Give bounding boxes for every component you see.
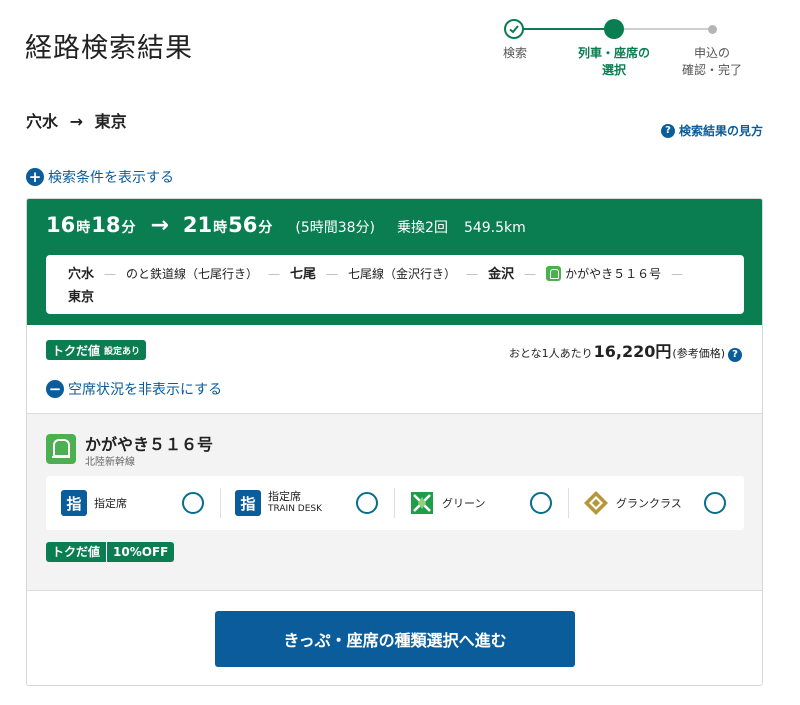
seat-radio-green[interactable] [530,492,552,514]
seat-label-main: グランクラス [616,496,682,510]
path-separator: — [104,267,117,281]
price-help-icon[interactable]: ? [728,348,742,362]
seat-label: 指定席 [94,497,127,510]
step-label-confirm: 申込の 確認・完了 [681,46,742,77]
arr-min: 56 [228,213,258,237]
tokudane-badge-sub: 設定あり [104,346,141,357]
train-line: 北陸新幹線 [85,457,135,468]
show-conditions-toggle[interactable]: + 検索条件を表示する [26,167,174,187]
result-card: 16 時 18 分 → 21 時 56 分 (5時間38分) 乗換2回 549.… [26,198,763,686]
page-title: 経路検索結果 [25,33,193,64]
arr-hour-unit: 時 [213,220,228,236]
price: おとな1人あたり 16,220円 (参考価格) ? [509,338,742,362]
tokudane-badge: トクだ値 設定あり [46,340,147,360]
seat-option-gran-class[interactable]: グランクラス [568,476,742,530]
transfers: 乗換2回 [397,220,448,236]
discount-badge: トクだ値 10%OFF [46,542,175,562]
hide-seat-status-toggle[interactable]: − 空席状況を非表示にする [46,379,222,399]
distance: 549.5km [463,220,526,236]
route-from: 穴水 [26,112,59,131]
time-arrow: → [150,213,169,238]
price-prefix: おとな1人あたり [508,347,593,360]
seat-option-train-desk[interactable]: 指 指定席 TRAIN DESK [220,476,394,530]
discount-badge-main: トクだ値 [46,542,108,562]
line-noto: のと鉄道線（七尾行き） [126,267,259,281]
station-nanao: 七尾 [290,267,317,282]
progress-stepper: 検索 列車・座席の 選択 申込の 確認・完了 [478,18,768,88]
route-heading: 穴水 → 東京 [26,108,133,132]
step-line-done [516,28,614,30]
seat-label-main: グリーン [442,496,486,510]
seat-radio-train-desk[interactable] [356,492,378,514]
seat-type-options: 指 指定席 指 指定席 TRAIN DESK グリーン グランクラス [46,476,744,530]
show-conditions-label: 検索条件を表示する [48,170,174,186]
fare-row: トクだ値 設定あり おとな1人あたり 16,220円 (参考価格) ? − 空席… [27,325,762,413]
plus-icon: + [26,168,44,186]
dep-hour-unit: 時 [76,220,91,236]
seat-radio-reserved[interactable] [182,492,204,514]
seat-radio-gran-class[interactable] [704,492,726,514]
pending-step-dot [708,25,717,34]
hide-seat-status-label: 空席状況を非表示にする [68,382,223,398]
seat-label-main: 指定席 [268,490,301,503]
step-label-select: 列車・座席の 選択 [577,46,650,77]
line-nanao: 七尾線（金沢行き） [348,267,457,281]
path-separator: — [671,267,684,281]
seat-label-main: 指定席 [94,496,127,510]
seat-label: グリーン [442,497,485,510]
station-tokyo: 東京 [68,290,95,305]
green-car-icon [409,490,435,516]
step-label-search: 検索 [502,46,527,60]
shinkansen-icon [546,266,562,281]
path-separator: — [524,267,537,281]
current-step-dot [604,19,624,39]
discount-badge-sub: 10%OFF [113,545,169,559]
train-name: かがやき５１６号 [85,435,214,454]
arr-hour: 21 [182,213,213,237]
seat-label: グランクラス [616,497,682,510]
price-value: 16,220円 [593,342,672,361]
minus-icon: − [46,380,64,398]
tokudane-badge-main: トクだ値 [52,343,101,358]
station-anamizu: 穴水 [68,267,95,282]
dep-min: 18 [91,213,121,237]
help-link-label: 検索結果の見方 [678,124,763,138]
duration: (5時間38分) [295,220,376,236]
seat-label-sub: TRAIN DESK [268,504,323,514]
step-line-todo [614,28,712,30]
price-note: (参考価格) [672,347,725,360]
route-to: 東京 [94,112,127,131]
dep-min-unit: 分 [121,220,136,236]
check-icon [504,19,524,39]
path-separator: — [466,267,479,281]
result-header: 16 時 18 分 → 21 時 56 分 (5時間38分) 乗換2回 549.… [27,199,762,325]
time-summary: 16 時 18 分 → 21 時 56 分 (5時間38分) 乗換2回 549.… [46,213,526,238]
help-link[interactable]: ? 検索結果の見方 [660,122,763,139]
route-path: 穴水 — のと鉄道線（七尾行き） — 七尾 — 七尾線（金沢行き） — 金沢 — かがやき５１６号 —… [46,255,744,314]
gran-class-icon [583,490,609,516]
station-kanazawa: 金沢 [488,267,515,282]
seat-label: 指定席 TRAIN DESK [268,490,322,516]
arr-min-unit: 分 [258,220,273,236]
path-separator: — [268,267,281,281]
question-icon: ? [660,123,675,138]
seat-option-reserved[interactable]: 指 指定席 [46,476,220,530]
shitei-icon: 指 [235,490,261,516]
shinkansen-icon [46,434,76,464]
route-arrow: → [69,112,83,131]
seat-option-green[interactable]: グリーン [394,476,568,530]
shitei-icon: 指 [61,490,87,516]
proceed-to-ticket-selection-button[interactable]: きっぷ・座席の種類選択へ進む [215,611,575,667]
seat-availability: かがやき５１６号 北陸新幹線 指 指定席 指 指定席 TRAIN DESK グリ… [27,413,762,591]
path-separator: — [326,267,339,281]
dep-hour: 16 [46,213,76,237]
train-kagayaki: かがやき５１６号 [565,267,662,281]
